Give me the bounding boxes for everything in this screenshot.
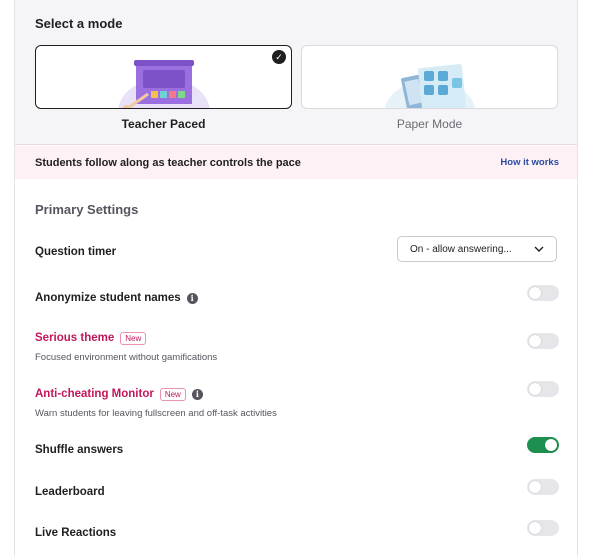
anti-cheating-row: Anti-cheating Monitor New i Warn student… — [35, 381, 559, 419]
toggle-knob — [529, 287, 541, 299]
toggle-knob — [529, 383, 541, 395]
anti-cheating-description: Warn students for leaving fullscreen and… — [35, 408, 277, 419]
leaderboard-row: Leaderboard — [35, 479, 559, 500]
teacher-paced-label: Teacher Paced — [121, 117, 206, 131]
anonymize-label: Anonymize student names — [35, 292, 181, 304]
anti-cheating-toggle[interactable] — [527, 381, 559, 397]
leaderboard-toggle[interactable] — [527, 479, 559, 495]
toggle-knob — [529, 335, 541, 347]
anti-cheating-label-group: Anti-cheating Monitor New i — [35, 387, 203, 401]
toggle-knob — [545, 439, 557, 451]
selected-check-icon: ✓ — [272, 50, 286, 64]
mode-info-bar: Students follow along as teacher control… — [15, 146, 577, 179]
question-timer-value: On - allow answering... — [410, 243, 512, 255]
serious-theme-toggle[interactable] — [527, 333, 559, 349]
live-reactions-toggle[interactable] — [527, 520, 559, 536]
paper-mode-card[interactable] — [301, 45, 558, 109]
anti-cheating-label: Anti-cheating Monitor — [35, 388, 154, 400]
mode-section-title: Select a mode — [35, 16, 123, 31]
settings-panel: Select a mode ✓ Teacher Paced Paper Mode… — [14, 0, 578, 556]
toggle-knob — [529, 481, 541, 493]
serious-theme-row: Serious theme New Focused environment wi… — [35, 328, 559, 363]
live-reactions-row: Live Reactions — [35, 520, 559, 541]
paper-mode-illustration — [384, 64, 476, 108]
paper-mode-label: Paper Mode — [396, 117, 463, 131]
info-icon[interactable]: i — [191, 388, 203, 400]
mode-section: Select a mode ✓ Teacher Paced Paper Mode — [15, 0, 577, 145]
shuffle-answers-label: Shuffle answers — [35, 444, 124, 456]
anonymize-label-group: Anonymize student names i — [35, 292, 198, 304]
teacher-paced-illustration — [118, 60, 210, 108]
serious-theme-label-group: Serious theme New — [35, 331, 147, 345]
anonymize-toggle[interactable] — [527, 285, 559, 301]
shuffle-answers-toggle[interactable] — [527, 437, 559, 453]
how-it-works-link[interactable]: How it works — [500, 157, 559, 168]
new-badge: New — [120, 331, 147, 345]
toggle-knob — [529, 522, 541, 534]
serious-theme-description: Focused environment without gamification… — [35, 352, 218, 363]
info-icon[interactable]: i — [186, 292, 198, 304]
question-timer-label: Question timer — [35, 246, 117, 258]
question-timer-select[interactable]: On - allow answering... — [397, 236, 557, 262]
serious-theme-label: Serious theme — [35, 332, 115, 344]
chevron-down-icon — [534, 244, 544, 255]
new-badge: New — [159, 387, 186, 401]
live-reactions-label: Live Reactions — [35, 527, 117, 539]
mode-description: Students follow along as teacher control… — [35, 156, 301, 169]
leaderboard-label: Leaderboard — [35, 486, 105, 498]
anonymize-row: Anonymize student names i — [35, 285, 559, 306]
shuffle-answers-row: Shuffle answers — [35, 437, 559, 458]
primary-settings-title: Primary Settings — [35, 202, 139, 217]
teacher-paced-card[interactable]: ✓ — [35, 45, 292, 109]
